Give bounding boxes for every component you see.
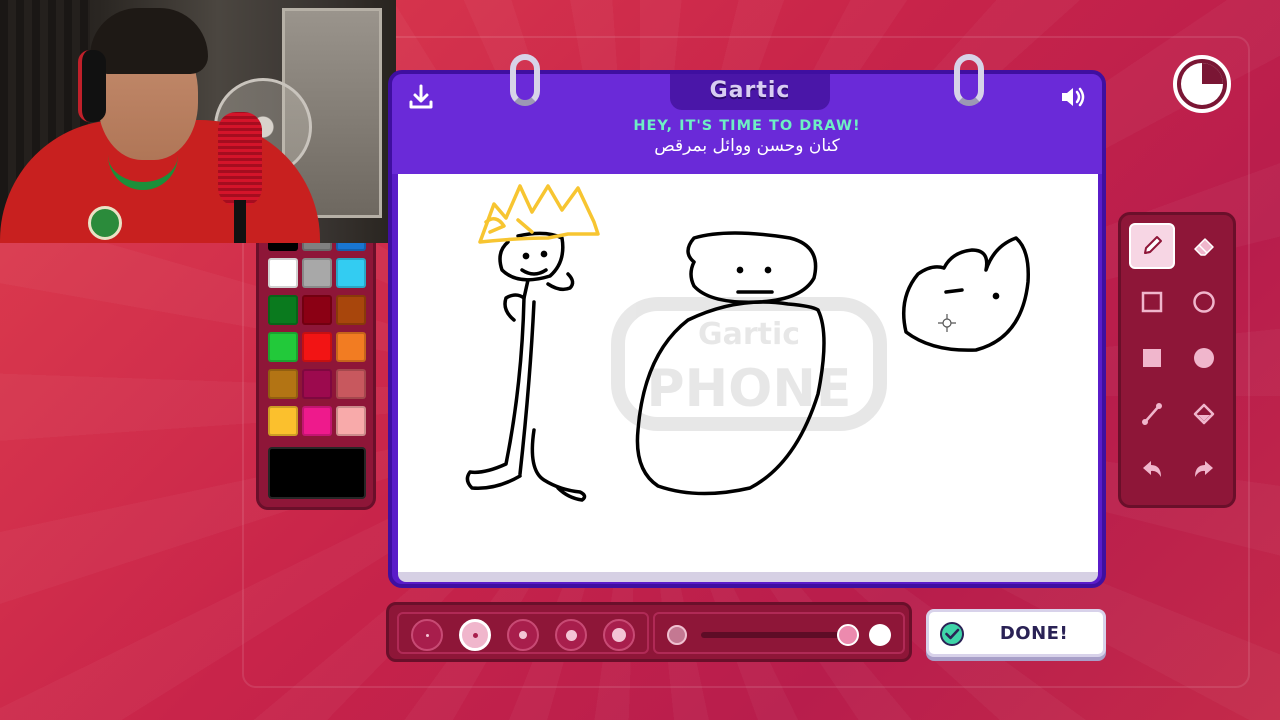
- done-button-label: DONE!: [999, 623, 1069, 644]
- line-icon: [1142, 403, 1162, 425]
- fill-bucket-tool-button[interactable]: [1181, 391, 1227, 437]
- brush-size-button[interactable]: [603, 619, 635, 651]
- prompt-text: كنان وحسن ووائل بمرقص: [654, 136, 840, 156]
- color-swatch[interactable]: [336, 406, 366, 436]
- logo-tab: Gartic: [670, 74, 830, 110]
- color-swatch[interactable]: [268, 406, 298, 436]
- square-outline-icon: [1141, 291, 1163, 313]
- color-swatch[interactable]: [336, 295, 366, 325]
- brush-size-dot: [612, 628, 626, 642]
- current-color-preview: [268, 447, 366, 499]
- drawing-cat-figure: [902, 236, 1030, 352]
- redo-icon: [1195, 461, 1213, 477]
- color-swatch[interactable]: [302, 258, 332, 288]
- color-swatch[interactable]: [268, 332, 298, 362]
- brush-size-button[interactable]: [555, 619, 587, 651]
- redo-button[interactable]: [1181, 447, 1227, 493]
- drawing-stick-figure: [465, 231, 587, 502]
- gartic-logo: Gartic: [709, 78, 791, 103]
- opacity-max-icon: [869, 624, 891, 646]
- notebook-ring: [954, 54, 984, 106]
- square-fill-icon: [1143, 349, 1161, 367]
- opacity-slider-track[interactable]: [701, 632, 849, 638]
- webcam-overlay: [0, 0, 396, 243]
- notebook-ring: [510, 54, 540, 106]
- swatch-grid: [268, 235, 366, 436]
- color-swatch[interactable]: [302, 369, 332, 399]
- speaker-icon[interactable]: [1056, 80, 1090, 114]
- watermark-line1: Gartic: [698, 317, 800, 352]
- timer-icon: [1172, 54, 1232, 114]
- circle-fill-icon: [1194, 348, 1214, 368]
- brush-size-panel: [397, 612, 649, 654]
- rectangle-outline-tool-button[interactable]: [1129, 279, 1175, 325]
- color-palette: [256, 228, 376, 510]
- pencil-tool-button[interactable]: [1129, 223, 1175, 269]
- line-tool-button[interactable]: [1129, 391, 1175, 437]
- color-swatch[interactable]: [268, 295, 298, 325]
- color-swatch[interactable]: [302, 332, 332, 362]
- check-circle-icon: [940, 622, 964, 646]
- rectangle-fill-tool-button[interactable]: [1129, 335, 1175, 381]
- webcam-person: [78, 50, 106, 122]
- eraser-icon: [1194, 238, 1214, 256]
- undo-button[interactable]: [1129, 447, 1175, 493]
- brush-size-dot: [425, 633, 429, 637]
- undo-icon: [1143, 461, 1161, 477]
- color-swatch[interactable]: [336, 258, 366, 288]
- color-swatch[interactable]: [336, 369, 366, 399]
- webcam-person: [90, 8, 208, 74]
- tool-panel: [1118, 212, 1236, 508]
- color-swatch[interactable]: [302, 406, 332, 436]
- webcam-microphone: [218, 112, 262, 206]
- drawing-notebook: Gartic HEY, IT'S TIME TO DRAW! كنان وحسن…: [388, 54, 1106, 588]
- canvas-watermark: Gartic PHONE: [611, 297, 887, 431]
- ellipse-fill-tool-button[interactable]: [1181, 335, 1227, 381]
- crosshair-cursor-icon: [938, 314, 956, 332]
- brush-size-button[interactable]: [507, 619, 539, 651]
- brush-size-button[interactable]: [411, 619, 443, 651]
- drawing-canvas[interactable]: Gartic PHONE: [398, 174, 1098, 572]
- color-swatch[interactable]: [268, 369, 298, 399]
- brush-size-dot: [519, 631, 527, 639]
- eraser-tool-button[interactable]: [1181, 223, 1227, 269]
- ellipse-outline-tool-button[interactable]: [1181, 279, 1227, 325]
- color-swatch[interactable]: [268, 258, 298, 288]
- webcam-person: [88, 206, 122, 240]
- prompt-title: HEY, IT'S TIME TO DRAW!: [633, 118, 861, 134]
- opacity-min-icon: [667, 625, 687, 645]
- done-button[interactable]: DONE!: [926, 609, 1106, 657]
- bucket-icon: [1193, 403, 1215, 425]
- brush-size-dot: [472, 632, 478, 638]
- brush-settings-bar: [386, 602, 912, 662]
- color-swatch[interactable]: [302, 295, 332, 325]
- brush-size-dot: [565, 629, 577, 641]
- brush-size-button[interactable]: [459, 619, 491, 651]
- opacity-slider-knob[interactable]: [837, 624, 859, 646]
- circle-outline-icon: [1193, 291, 1215, 313]
- opacity-panel: [653, 612, 905, 654]
- notebook-header: Gartic HEY, IT'S TIME TO DRAW! كنان وحسن…: [392, 74, 1102, 174]
- pencil-icon: [1144, 236, 1162, 254]
- color-swatch[interactable]: [336, 332, 366, 362]
- webcam-microphone: [234, 200, 246, 243]
- download-icon[interactable]: [404, 80, 438, 114]
